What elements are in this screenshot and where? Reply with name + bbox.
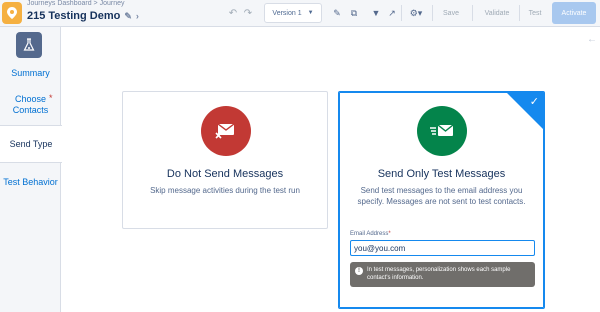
card-title: Do Not Send Messages [166,168,284,180]
info-message: ! In test messages, personalization show… [350,262,535,287]
version-label: Version 1 [272,9,302,17]
send-test-only-card[interactable]: ✓ Send Only Test Messages Send test mess… [338,91,545,309]
journey-icon [2,2,22,24]
copy-icon[interactable]: ⧉ [347,3,361,23]
no-send-email-icon [201,106,251,156]
redo-icon[interactable]: ↷ [241,3,255,23]
divider [432,5,433,21]
sidebar-item-summary[interactable]: Summary [0,68,61,79]
send-email-icon [417,106,467,156]
email-label: Email Address* [350,231,391,237]
pencil-icon[interactable]: ✎ [330,3,344,23]
version-dropdown[interactable]: Version 1 ▼ [264,3,322,23]
sidebar: Summary Choose Contacts Send Type Test B… [0,27,62,312]
top-toolbar: Journeys Dashboard > Journey 215 Testing… [0,0,600,27]
email-address-input[interactable] [350,240,535,256]
edit-icon[interactable]: ✎ [124,11,132,22]
email-label-text: Email Address [350,231,389,237]
settings-icon[interactable]: ⚙▾ [405,3,427,23]
do-not-send-card[interactable]: Do Not Send Messages Skip message activi… [122,91,328,229]
card-description: Send test messages to the email address … [357,186,526,206]
collapse-icon[interactable]: ← [587,34,597,45]
journey-title: 215 Testing Demo ✎ › [27,10,139,22]
chevron-down-icon: ▼ [307,10,314,16]
card-title: Send Only Test Messages [377,168,506,180]
validate-button[interactable]: Validate [478,3,516,23]
required-asterisk: * [388,231,391,237]
page-title: 215 Testing Demo [27,10,121,22]
export-icon[interactable]: ↗ [385,3,399,23]
undo-icon[interactable]: ↶ [226,3,240,23]
divider [401,5,402,21]
save-button[interactable]: Save [436,3,466,23]
card-description: Skip message activities during the test … [150,186,300,195]
sidebar-item-test-behavior[interactable]: Test Behavior [0,177,61,188]
flask-icon [16,32,42,58]
breadcrumb[interactable]: Journeys Dashboard > Journey [27,0,124,7]
sidebar-item-send-type[interactable]: Send Type [0,125,62,163]
info-text: In test messages, personalization shows … [367,267,511,281]
activate-button[interactable]: Activate [552,2,596,24]
checkmark-icon: ✓ [529,96,539,108]
test-button[interactable]: Test [522,3,548,23]
chevron-right-icon[interactable]: › [136,11,139,21]
divider [519,5,520,21]
filter-icon[interactable]: ▼ [369,3,383,23]
required-indicator: * [49,93,53,103]
divider [472,5,473,21]
info-icon: ! [355,267,363,275]
